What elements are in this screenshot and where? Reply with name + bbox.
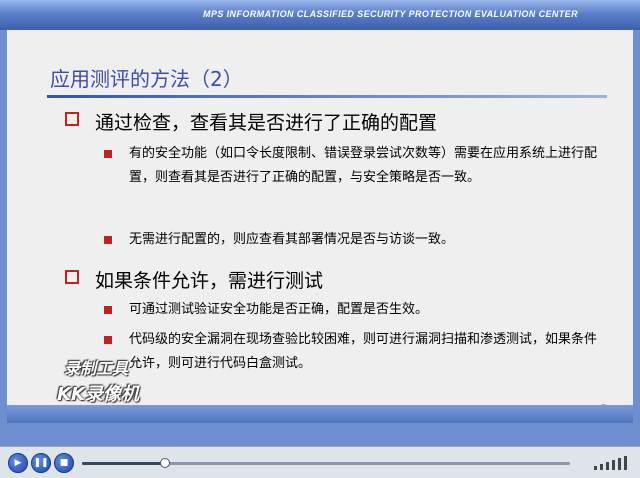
watermark-line1: 录制工具 [64,359,129,378]
play-button[interactable]: ▶ [8,453,28,473]
pause-icon: ❚❚ [33,458,49,468]
section-heading-text: 通过检查，查看其是否进行了正确的配置 [95,112,438,134]
checkbox-icon [65,270,79,284]
seek-bar[interactable] [82,458,570,468]
section-heading-text: 如果条件允许，需进行测试 [95,270,324,292]
watermark-line2: KK录像机 [57,384,139,405]
bullet-text: 可通过测试验证安全功能是否正确，配置是否生效。 [129,302,429,317]
play-icon: ▶ [14,458,22,468]
media-player-bar: ▶ ❚❚ ■ [0,446,640,478]
slide-banner: MPS INFORMATION CLASSIFIED SECURITY PROT… [0,0,640,30]
checkbox-icon [65,112,79,126]
slide-body: 通过检查，查看其是否进行了正确的配置 有的安全功能（如口令长度限制、错误登录尝试… [7,30,633,415]
banner-subtitle: MPS INFORMATION CLASSIFIED SECURITY PROT… [203,9,578,19]
bullet-square-icon [104,336,112,344]
bullet-text: 无需进行配置的，则应查看其部署情况是否与访谈一致。 [129,232,455,247]
stop-button[interactable]: ■ [54,453,74,473]
bullet-square-icon [104,236,112,244]
bullet-square-icon [104,306,112,314]
slide-footer-band [7,405,633,423]
bullet-square-icon [104,150,112,158]
pause-button[interactable]: ❚❚ [31,453,51,473]
bullet-text: 有的安全功能（如口令长度限制、错误登录尝试次数等）需要在应用系统上进行配置，则查… [129,146,598,185]
bullet-text: 代码级的安全漏洞在现场查验比较困难，则可进行漏洞扫描和渗透测试，如果条件允许，则… [129,332,598,371]
seek-handle[interactable] [159,458,170,468]
stop-icon: ■ [59,458,69,468]
volume-control[interactable] [594,456,634,470]
seek-progress [82,462,165,465]
slide-content: 应用测评的方法（2） 通过检查，查看其是否进行了正确的配置 有的安全功能（如口令… [7,30,633,415]
